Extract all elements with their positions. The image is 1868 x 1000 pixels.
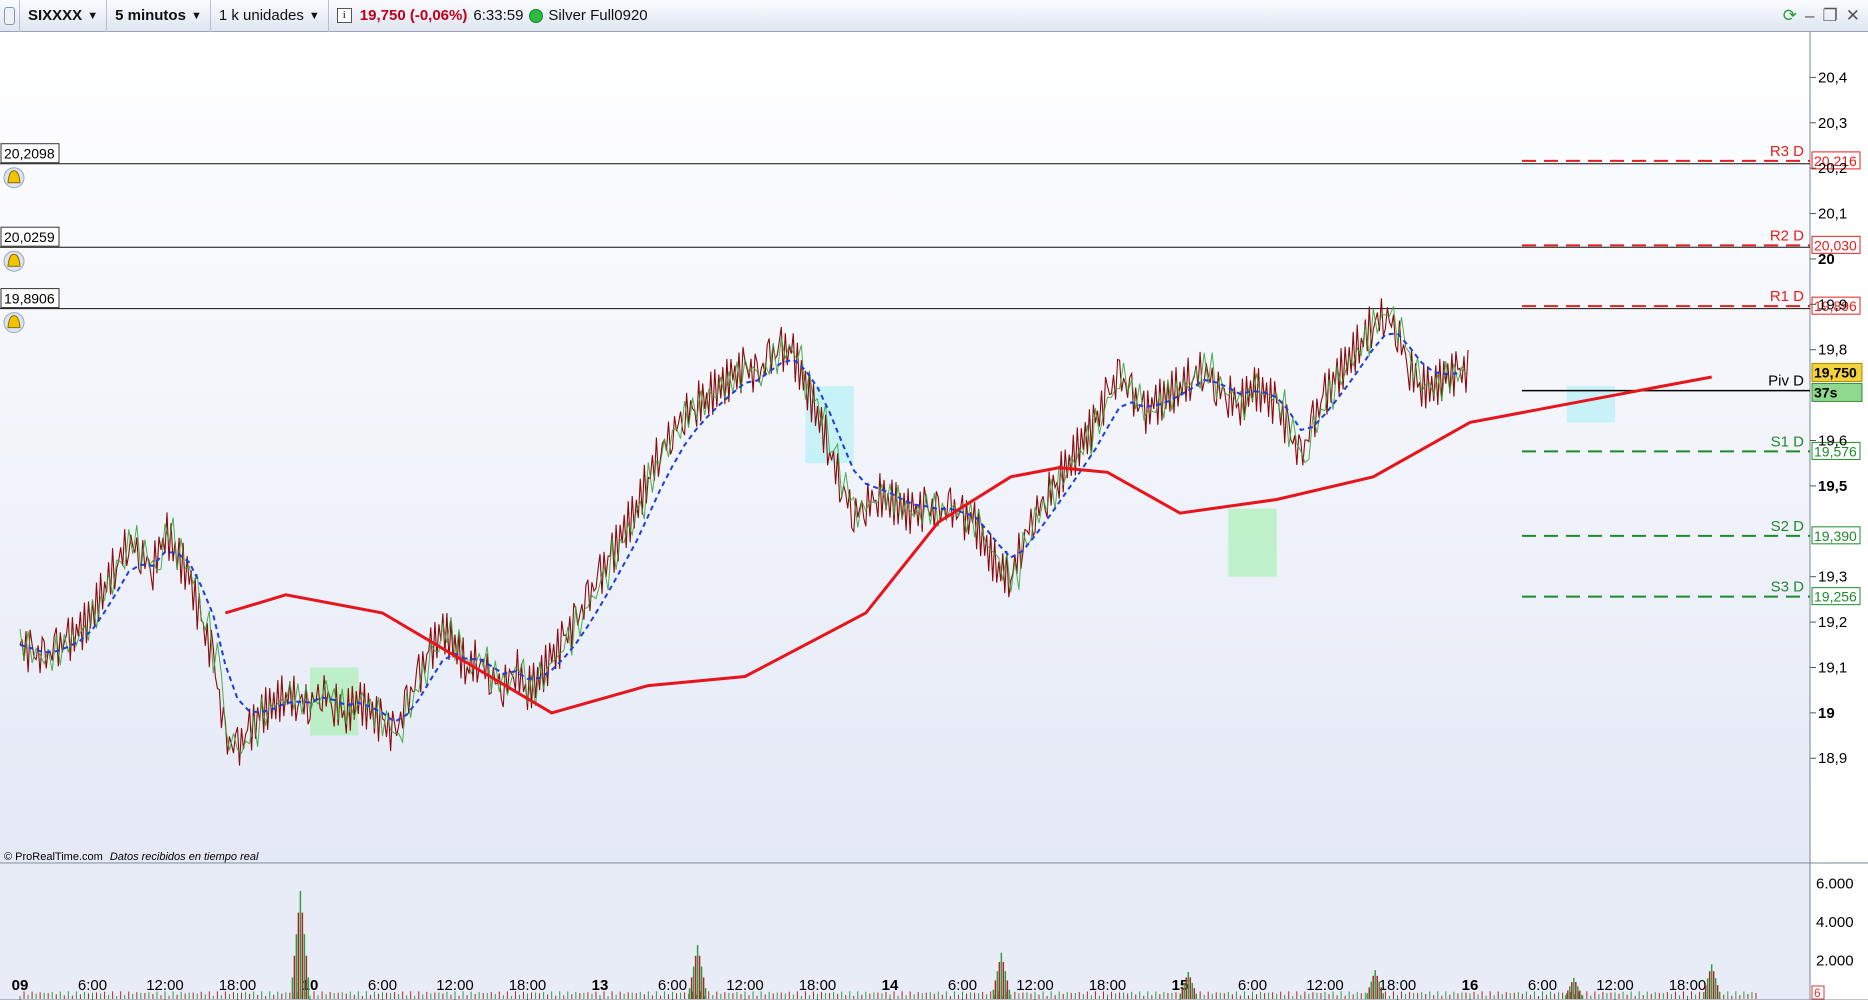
- symbol-label: SIXXXX: [28, 7, 83, 24]
- pivot-label: R2 D: [1770, 227, 1804, 244]
- alert-value: 20,0259: [4, 229, 55, 245]
- info-icon[interactable]: i: [336, 8, 352, 23]
- cloud-segment: [1228, 508, 1277, 577]
- alert-value: 20,2098: [4, 146, 55, 162]
- x-tick-label: 18:00: [1379, 977, 1417, 994]
- pivot-label: S1 D: [1771, 433, 1805, 450]
- volume-current-value: 6: [1814, 986, 1821, 1000]
- x-tick-label: 18:00: [509, 977, 547, 994]
- chevron-down-icon: ▼: [190, 9, 202, 22]
- units-selector[interactable]: 1 k unidades ▼: [211, 0, 329, 32]
- drag-grip[interactable]: [0, 0, 20, 32]
- status-dot-icon: [529, 8, 544, 23]
- x-tick-label: 12:00: [1306, 977, 1344, 994]
- volume-tick-label: 4.000: [1816, 914, 1854, 931]
- volume-tick-label: 2.000: [1816, 952, 1854, 969]
- alert-value: 19,8906: [4, 291, 55, 307]
- credit-text: © ProRealTime.com Datos recibidos en tie…: [4, 851, 259, 863]
- x-tick-label: 18:00: [1089, 977, 1127, 994]
- y-tick-label: 19,9: [1818, 296, 1847, 313]
- x-tick-label: 6:00: [1238, 977, 1267, 994]
- y-tick-label: 18,9: [1818, 750, 1847, 767]
- quote-time: 6:33:59: [473, 7, 524, 24]
- bell-icon[interactable]: [3, 250, 25, 272]
- connection-status: Silver Full0920: [529, 7, 648, 24]
- x-tick-label: 6:00: [78, 977, 107, 994]
- close-icon[interactable]: ✕: [1846, 6, 1860, 26]
- minimize-icon[interactable]: –: [1805, 6, 1814, 26]
- y-tick-label: 20,3: [1818, 115, 1847, 132]
- chevron-down-icon: ▼: [308, 9, 320, 22]
- y-tick-label: 19,3: [1818, 569, 1847, 586]
- x-tick-label: 6:00: [948, 977, 977, 994]
- pivot-value: 19,390: [1814, 528, 1857, 544]
- timeframe-label: 5 minutos: [115, 7, 186, 24]
- y-tick-label: 19,8: [1818, 342, 1847, 359]
- sync-icon[interactable]: ⟳: [1783, 6, 1797, 26]
- current-price-value: 19,750: [1814, 364, 1857, 380]
- pivot-label: S2 D: [1771, 518, 1805, 535]
- window-controls: ⟳ – ❐ ✕: [1783, 0, 1860, 32]
- y-tick-label: 20,1: [1818, 206, 1847, 223]
- plot-area: [0, 32, 1810, 863]
- countdown-value: 37s: [1814, 384, 1838, 400]
- status-label: Silver Full0920: [548, 7, 648, 24]
- chart-toolbar: SIXXXX ▼ 5 minutos ▼ 1 k unidades ▼ i 19…: [0, 0, 1868, 32]
- units-label: 1 k unidades: [218, 7, 304, 24]
- bell-icon[interactable]: [3, 167, 25, 189]
- volume-tick-label: 6.000: [1816, 875, 1854, 892]
- y-tick-label: 19,2: [1818, 614, 1847, 631]
- bell-icon[interactable]: [3, 312, 25, 334]
- price-axis: [1810, 32, 1868, 1000]
- restore-icon[interactable]: ❐: [1823, 6, 1838, 26]
- y-tick-label: 20: [1818, 251, 1835, 268]
- price-chart[interactable]: R3 D20,216R2 D20,030R1 D19,896Piv DS1 D1…: [0, 32, 1868, 1000]
- timeframe-selector[interactable]: 5 minutos ▼: [107, 0, 211, 32]
- y-tick-label: 19,6: [1818, 433, 1847, 450]
- pivot-label: R1 D: [1770, 288, 1804, 305]
- x-tick-label: 14: [882, 977, 899, 994]
- x-tick-label: 6:00: [658, 977, 687, 994]
- x-tick-label: 18:00: [1669, 977, 1707, 994]
- pivot-label: S3 D: [1771, 579, 1805, 596]
- x-tick-label: 13: [592, 977, 609, 994]
- x-tick-label: 09: [12, 977, 29, 994]
- y-tick-label: 20,4: [1818, 69, 1847, 86]
- x-tick-label: 12:00: [726, 977, 764, 994]
- x-tick-label: 18:00: [799, 977, 837, 994]
- x-tick-label: 12:00: [1016, 977, 1054, 994]
- y-tick-label: 19: [1818, 705, 1835, 722]
- x-tick-label: 6:00: [368, 977, 397, 994]
- x-tick-label: 12:00: [1596, 977, 1634, 994]
- chevron-down-icon: ▼: [87, 9, 99, 22]
- pivot-label: R3 D: [1770, 143, 1804, 160]
- pivot-value: 19,256: [1814, 589, 1857, 605]
- grip-icon: [4, 6, 15, 25]
- y-tick-label: 19,1: [1818, 659, 1847, 676]
- quote-info: i 19,750 (-0,06%) 6:33:59 Silver Full092…: [329, 0, 656, 32]
- last-quote: 19,750 (-0,06%): [359, 7, 468, 24]
- y-tick-label: 20,2: [1818, 160, 1847, 177]
- x-tick-label: 16: [1462, 977, 1479, 994]
- x-tick-label: 18:00: [219, 977, 257, 994]
- y-tick-label: 19,5: [1818, 478, 1847, 495]
- pivot-label: Piv D: [1768, 373, 1804, 390]
- symbol-selector[interactable]: SIXXXX ▼: [20, 0, 108, 32]
